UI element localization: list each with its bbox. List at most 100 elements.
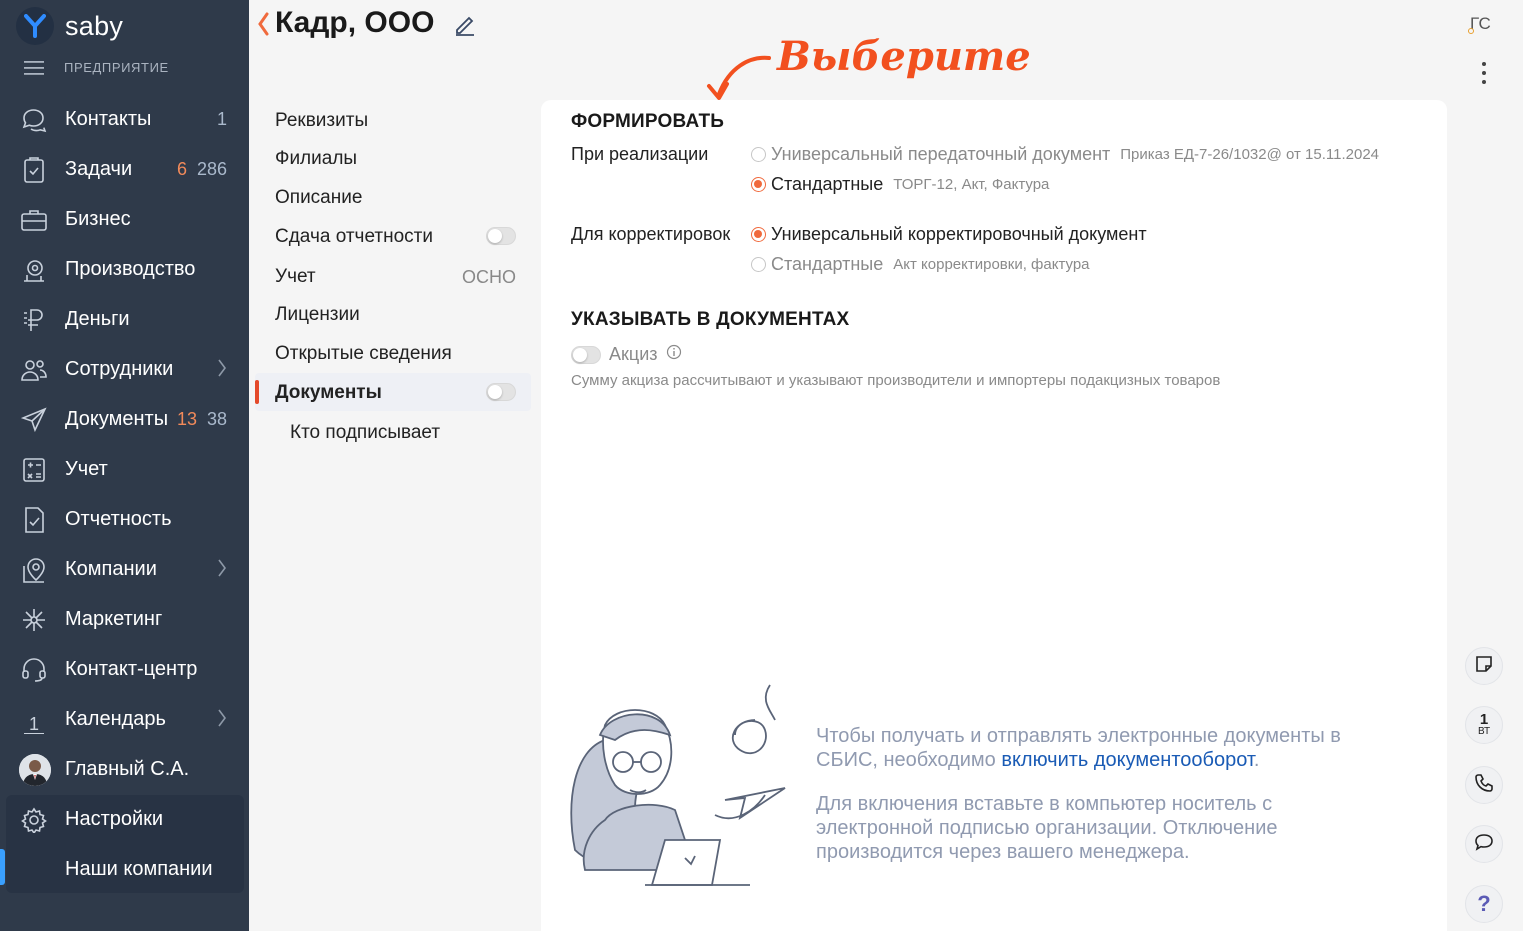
- report-icon: [20, 506, 48, 534]
- hamburger-icon: [24, 60, 44, 75]
- radio-label: Универсальный корректировочный документ: [771, 224, 1147, 244]
- avatar: [19, 754, 51, 786]
- nav-item-documents[interactable]: Документы 13 38: [0, 396, 249, 442]
- nav-count-new: 6: [177, 158, 188, 179]
- nav-item-profile[interactable]: Главный С.А.: [0, 746, 249, 792]
- radio-correction-ukd[interactable]: Универсальный корректировочный документ: [751, 224, 1147, 245]
- tax-system-value: ОСНО: [462, 267, 516, 287]
- nav-label: Отчетность: [65, 507, 172, 530]
- nav-item-business[interactable]: Бизнес: [0, 196, 249, 242]
- radio-off-icon: [751, 147, 766, 162]
- help-button[interactable]: ?: [1465, 885, 1503, 923]
- tab-open-info[interactable]: Открытые сведения: [275, 343, 452, 365]
- nav-item-money[interactable]: Деньги: [0, 296, 249, 342]
- nav-label: Задачи: [65, 157, 133, 180]
- people-icon: [20, 356, 48, 384]
- nav-item-our-companies[interactable]: Наши компании: [0, 846, 249, 892]
- nav-label: Настройки: [65, 807, 164, 830]
- tab-active-indicator: [255, 380, 259, 404]
- nav-count-new: 13: [177, 408, 198, 429]
- help-icon: ?: [1477, 891, 1491, 916]
- excise-toggle[interactable]: [571, 345, 601, 364]
- chat-button[interactable]: [1465, 825, 1503, 863]
- radio-sale-upd[interactable]: Универсальный передаточный документ Прик…: [751, 144, 1379, 165]
- nav-item-settings[interactable]: Настройки: [0, 796, 249, 842]
- nav-label: Наши компании: [65, 857, 213, 880]
- tab-licenses[interactable]: Лицензии: [275, 304, 360, 326]
- saby-logo-icon: [16, 7, 54, 45]
- brand-name: saby: [65, 10, 124, 41]
- radio-correction-standard[interactable]: Стандартные Акт корректировки, фактура: [751, 254, 1090, 275]
- tab-branches[interactable]: Филиалы: [275, 148, 357, 170]
- chevron-right-icon[interactable]: [217, 358, 227, 383]
- nav-item-accounting[interactable]: Учет: [0, 446, 249, 492]
- map-pin-icon: [20, 556, 48, 584]
- more-menu-icon[interactable]: [1482, 62, 1487, 89]
- brand[interactable]: saby: [16, 6, 123, 46]
- sparkle-icon: [20, 606, 48, 634]
- org-label: ПРЕДПРИЯТИЕ: [64, 60, 169, 75]
- radio-hint: Акт корректировки, фактура: [893, 256, 1090, 273]
- tab-description[interactable]: Описание: [275, 187, 362, 209]
- nav-item-production[interactable]: Производство: [0, 246, 249, 292]
- back-chevron-icon[interactable]: [257, 12, 269, 41]
- nav-count: 286: [196, 158, 227, 179]
- calendar-day-number: 1: [23, 715, 44, 734]
- org-switcher[interactable]: ПРЕДПРИЯТИЕ: [24, 60, 169, 75]
- calendar-icon: 1: [20, 706, 48, 734]
- nav-label: Бизнес: [65, 207, 131, 230]
- tab-signers[interactable]: Кто подписывает: [290, 422, 440, 444]
- radio-label: Стандартные: [771, 174, 884, 194]
- enable-edo-link[interactable]: включить документооборот: [1001, 749, 1254, 771]
- nav-label: Контакты: [65, 107, 152, 130]
- phone-icon: [1474, 773, 1494, 798]
- annotation-label: Выберите: [777, 33, 1031, 80]
- nav-item-marketing[interactable]: Маркетинг: [0, 596, 249, 642]
- chevron-right-icon[interactable]: [217, 558, 227, 583]
- briefcase-icon: [20, 206, 48, 234]
- page-title: Кадр, ООО: [275, 6, 435, 39]
- nav-item-reporting[interactable]: Отчетность: [0, 496, 249, 542]
- clipboard-check-icon: [20, 156, 48, 184]
- pencil-icon[interactable]: [454, 14, 476, 41]
- nav-label: Учет: [65, 457, 108, 480]
- nav-item-tasks[interactable]: Задачи 6 286: [0, 146, 249, 192]
- chevron-right-icon[interactable]: [217, 708, 227, 733]
- radio-sale-standard[interactable]: Стандартные ТОРГ-12, Акт, Фактура: [751, 174, 1049, 195]
- gear-icon: [20, 806, 48, 834]
- status-dot-icon: [1468, 28, 1474, 34]
- radio-label: Универсальный передаточный документ: [771, 144, 1111, 164]
- radio-on-icon: [751, 227, 766, 242]
- radio-hint: ТОРГ-12, Акт, Фактура: [893, 176, 1050, 193]
- promo-instruction: Для включения вставьте в компьютер носит…: [816, 793, 1278, 863]
- nav-item-contacts[interactable]: Контакты 1: [0, 96, 249, 142]
- section-title-indicate: УКАЗЫВАТЬ В ДОКУМЕНТАХ: [571, 309, 850, 330]
- nav-item-companies[interactable]: Компании: [0, 546, 249, 592]
- sidebar: saby ПРЕДПРИЯТИЕ Контакты 1 Задачи 6 286…: [0, 0, 249, 931]
- excise-note: Сумму акциза рассчитывают и указывают пр…: [571, 372, 1221, 389]
- nav-label: Маркетинг: [65, 607, 163, 630]
- promo-text: Чтобы получать и отправлять электронные …: [816, 724, 1396, 772]
- phone-button[interactable]: [1465, 766, 1503, 804]
- documents-toggle[interactable]: [486, 383, 516, 401]
- calculator-icon: [20, 456, 48, 484]
- headset-icon: [20, 656, 48, 684]
- tab-documents[interactable]: Документы: [275, 382, 382, 404]
- nav-item-contact-center[interactable]: Контакт-центр: [0, 646, 249, 692]
- tab-requisites[interactable]: Реквизиты: [275, 110, 368, 132]
- tab-reporting[interactable]: Сдача отчетности: [275, 226, 433, 248]
- user-menu[interactable]: ГС: [1468, 14, 1491, 34]
- reporting-toggle[interactable]: [486, 227, 516, 245]
- info-icon[interactable]: [666, 344, 682, 365]
- nav-item-calendar[interactable]: 1 Календарь: [0, 696, 249, 742]
- calendar-button[interactable]: 1 ВТ: [1465, 706, 1503, 744]
- tab-accounting[interactable]: Учет: [275, 266, 316, 288]
- calendar-date: 1: [1479, 711, 1489, 728]
- notes-button[interactable]: [1465, 647, 1503, 685]
- factory-icon: [20, 256, 48, 284]
- ruble-icon: [20, 306, 48, 334]
- nav-count: 38: [206, 408, 227, 429]
- chat-bubble-icon: [1474, 833, 1494, 856]
- nav-label: Компании: [65, 557, 157, 580]
- nav-item-employees[interactable]: Сотрудники: [0, 346, 249, 392]
